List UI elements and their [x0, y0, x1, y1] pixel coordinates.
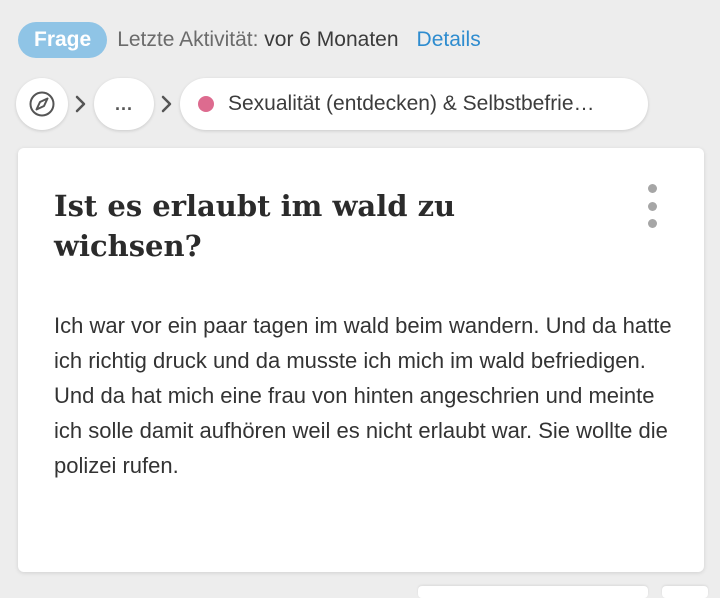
last-activity-text: Letzte Aktivität: vor 6 Monaten [117, 28, 398, 52]
more-options-icon[interactable] [642, 184, 662, 228]
breadcrumb-more-button[interactable]: ... [94, 78, 154, 130]
details-link[interactable]: Details [417, 28, 481, 52]
compass-icon [29, 91, 55, 117]
question-meta-row: Frage Letzte Aktivität: vor 6 Monaten De… [18, 22, 481, 58]
last-activity-label: Letzte Aktivität: [117, 28, 259, 51]
chevron-right-icon [68, 95, 94, 113]
chevron-right-icon [154, 95, 180, 113]
question-body: Ich war vor ein paar tagen im wald beim … [54, 313, 672, 478]
bottom-action-stub [662, 586, 708, 598]
question-card: Ist es erlaubt im wald zu wichsen? Ich w… [18, 148, 704, 572]
breadcrumb: ... Sexualität (entdecken) & Selbstbefri… [16, 78, 648, 130]
question-type-badge: Frage [18, 22, 108, 58]
question-title: Ist es erlaubt im wald zu wichsen? [54, 189, 456, 263]
last-activity-time: vor 6 Monaten [264, 28, 399, 51]
topic-color-dot [198, 96, 214, 112]
topic-label: Sexualität (entdecken) & Selbstbefrie… [228, 92, 595, 115]
bottom-action-stub [418, 586, 648, 598]
breadcrumb-topic[interactable]: Sexualität (entdecken) & Selbstbefrie… [180, 78, 648, 130]
breadcrumb-home-button[interactable] [16, 78, 68, 130]
